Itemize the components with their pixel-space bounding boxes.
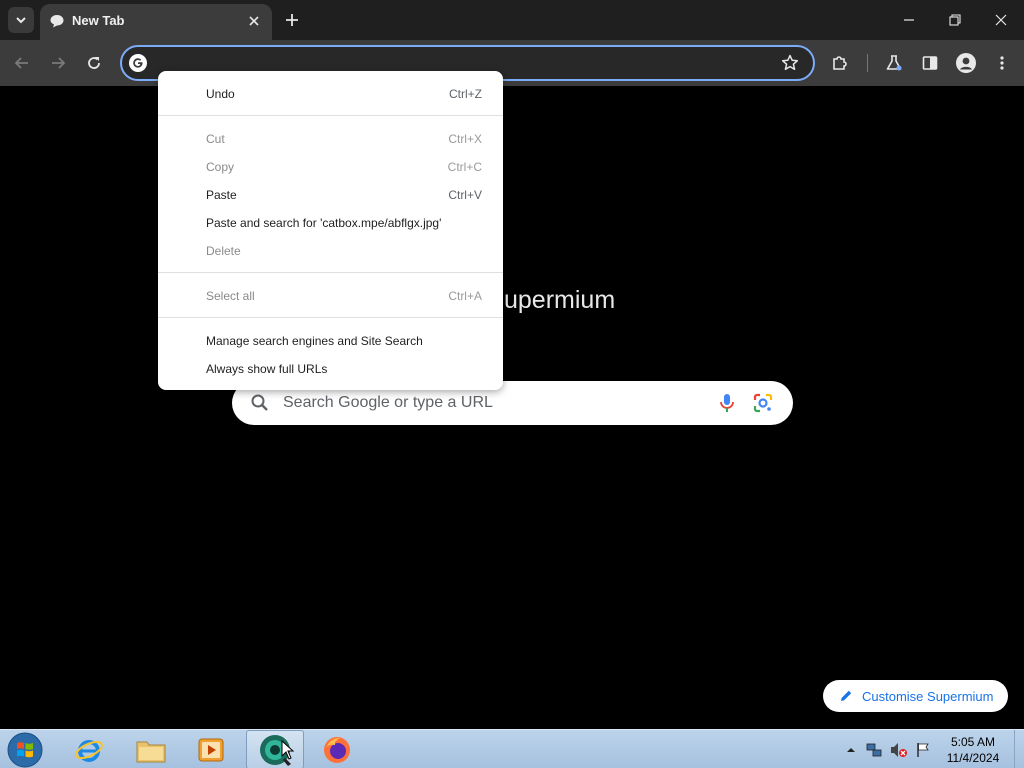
tab-new-tab[interactable]: New Tab [40, 4, 272, 40]
labs-button[interactable] [882, 51, 906, 75]
minimize-icon [904, 19, 914, 21]
page-brand-heading: upermium [504, 286, 616, 314]
forward-button[interactable] [46, 51, 70, 75]
pencil-icon [839, 689, 853, 703]
microphone-icon[interactable] [716, 392, 738, 419]
profile-button[interactable] [954, 51, 978, 75]
menu-item-paste-and-search[interactable]: Paste and search for 'catbox.mpe/abflgx.… [158, 209, 503, 237]
menu-item-label: Copy [206, 160, 235, 174]
tab-close-icon[interactable] [244, 11, 264, 31]
tab-search-button[interactable] [8, 7, 34, 33]
tray-action-center[interactable] [914, 741, 932, 759]
menu-item-always-show-full-urls[interactable]: Always show full URLs [158, 355, 503, 383]
chevron-down-icon [16, 17, 26, 24]
menu-item-shortcut: Ctrl+V [448, 188, 482, 202]
menu-item-label: Select all [206, 289, 255, 303]
close-icon [995, 14, 1007, 26]
taskbar-supermium[interactable] [246, 730, 304, 768]
menu-separator [158, 317, 503, 318]
toolbar-divider [867, 54, 868, 72]
menu-item-delete[interactable]: Delete [158, 237, 503, 265]
mouse-cursor-icon [281, 740, 295, 760]
minimize-button[interactable] [886, 0, 932, 40]
taskbar-clock[interactable]: 5:05 AM 11/4/2024 [937, 734, 1009, 766]
menu-separator [158, 115, 503, 116]
reload-icon [88, 57, 100, 69]
tray-network[interactable] [865, 741, 883, 759]
menu-item-select-all[interactable]: Select all Ctrl+A [158, 282, 503, 310]
menu-item-cut[interactable]: Cut Ctrl+X [158, 125, 503, 153]
menu-item-label: Undo [206, 87, 235, 101]
start-button[interactable] [7, 732, 43, 768]
new-tab-button[interactable] [280, 8, 304, 32]
menu-item-label: Cut [206, 132, 225, 146]
extensions-button[interactable] [828, 51, 852, 75]
windows-logo-icon [7, 732, 43, 768]
menu-item-label: Manage search engines and Site Search [206, 334, 423, 348]
toolbar [0, 40, 1024, 86]
menu-item-manage-search-engines[interactable]: Manage search engines and Site Search [158, 327, 503, 355]
tab-strip: New Tab [0, 0, 1024, 40]
search-icon [250, 393, 270, 418]
google-icon [129, 54, 147, 72]
more-vertical-icon [1000, 56, 1004, 70]
context-menu: Undo Ctrl+Z Cut Ctrl+X Copy Ctrl+C Paste… [158, 71, 503, 390]
bookmark-star-icon[interactable] [781, 54, 799, 72]
close-window-button[interactable] [978, 0, 1024, 40]
restore-icon [949, 14, 961, 26]
menu-item-shortcut: Ctrl+A [448, 289, 482, 303]
show-desktop-button[interactable] [1014, 730, 1024, 768]
tab-title: New Tab [72, 13, 125, 28]
chevron-up-icon [847, 748, 855, 752]
menu-item-undo[interactable]: Undo Ctrl+Z [158, 80, 503, 108]
menu-separator [158, 272, 503, 273]
menu-item-paste[interactable]: Paste Ctrl+V [158, 181, 503, 209]
plus-icon [286, 14, 298, 26]
menu-button[interactable] [990, 51, 1014, 75]
screen: New Tab upermium Search Google or type a… [0, 0, 1024, 768]
customise-label: Customise Supermium [862, 688, 994, 704]
menu-item-label: Always show full URLs [206, 362, 328, 376]
side-panel-button[interactable] [918, 51, 942, 75]
menu-item-label: Paste [206, 188, 237, 202]
volume-muted-icon [891, 743, 907, 757]
clock-time: 5:05 AM [950, 735, 996, 749]
reload-button[interactable] [82, 51, 106, 75]
menu-item-shortcut: Ctrl+X [448, 132, 482, 146]
back-button[interactable] [10, 51, 34, 75]
folder-icon [136, 741, 166, 762]
media-player-icon [198, 738, 224, 761]
chat-bubble-icon [49, 13, 65, 34]
taskbar: 5:05 AM 11/4/2024 [0, 729, 1024, 768]
taskbar-firefox[interactable] [308, 730, 366, 768]
internet-explorer-icon [75, 739, 103, 762]
show-hidden-icons-button[interactable] [842, 741, 860, 759]
clock-date: 11/4/2024 [946, 751, 1000, 765]
puzzle-icon [833, 56, 847, 70]
menu-item-label: Paste and search for 'catbox.mpe/abflgx.… [206, 216, 442, 230]
flask-icon [886, 55, 902, 71]
menu-item-label: Delete [206, 244, 241, 258]
tray-volume[interactable] [890, 741, 908, 759]
side-panel-icon [922, 56, 938, 70]
firefox-icon [324, 736, 350, 763]
google-lens-icon[interactable] [752, 392, 774, 419]
new-tab-page: upermium Search Google or type a URL Cus… [0, 86, 1024, 729]
taskbar-internet-explorer[interactable] [60, 730, 118, 768]
menu-item-copy[interactable]: Copy Ctrl+C [158, 153, 503, 181]
avatar-icon [956, 53, 976, 73]
network-icon [866, 743, 882, 757]
menu-item-shortcut: Ctrl+Z [449, 87, 482, 101]
menu-item-shortcut: Ctrl+C [447, 160, 482, 174]
search-placeholder: Search Google or type a URL [283, 394, 493, 411]
taskbar-media-player[interactable] [182, 730, 240, 768]
arrow-right-icon [52, 57, 66, 69]
arrow-left-icon [14, 57, 28, 69]
flag-icon [917, 743, 929, 757]
customise-button[interactable]: Customise Supermium [823, 680, 1008, 712]
taskbar-file-explorer[interactable] [122, 730, 180, 768]
restore-button[interactable] [932, 0, 978, 40]
